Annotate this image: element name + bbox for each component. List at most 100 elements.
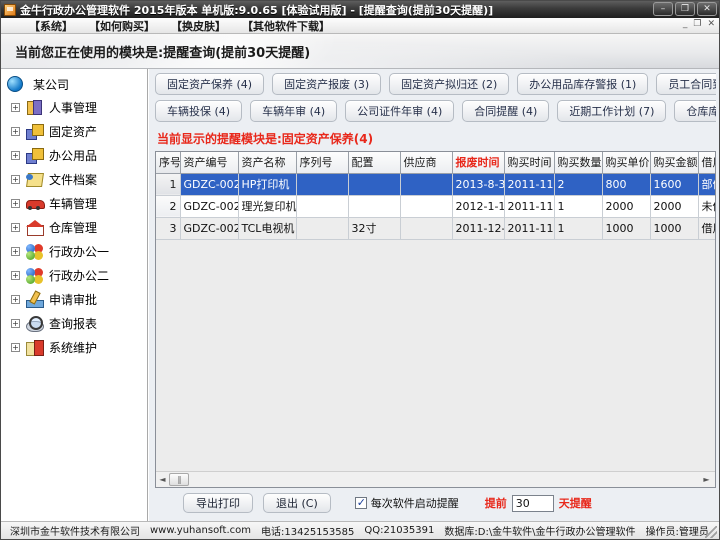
startup-remind-checkbox[interactable]: 每次软件启动提醒	[354, 495, 459, 511]
cell-config	[348, 195, 401, 218]
table-header-row: 序号 资产编号 资产名称 序列号 配置 供应商 报废时间 购买时间 购买数量 购…	[156, 152, 715, 174]
mdi-close-button[interactable]: ✕	[707, 19, 715, 29]
expander-icon[interactable]: +	[11, 318, 20, 328]
balls-icon	[26, 267, 44, 284]
table-row[interactable]: 2 GDZC-00277 理光复印机 2012-1-1 2011-11-23 1…	[156, 195, 715, 218]
sidebar-item-reports[interactable]: + 查询报表	[3, 311, 147, 335]
btn-vehicle-insurance[interactable]: 车辆投保 (4)	[155, 100, 243, 122]
status-bar: 深圳市金牛软件技术有限公司 www.yuhansoft.com 电话:13425…	[1, 521, 720, 539]
menu-item-skin[interactable]: 【换皮肤】	[171, 18, 226, 34]
menu-item-purchase[interactable]: 【如何购买】	[89, 18, 155, 34]
column-header-serial[interactable]: 序列号	[296, 152, 349, 174]
menu-bar: 【系统】 【如何购买】 【换皮肤】 【其他软件下载】 _ ❐ ✕	[1, 18, 719, 34]
sidebar-item-label: 固定资产	[49, 124, 98, 139]
btn-contract-reminder[interactable]: 合同提醒 (4)	[462, 100, 550, 122]
column-header-quantity[interactable]: 购买数量	[554, 152, 603, 174]
column-header-asset-no[interactable]: 资产编号	[180, 152, 239, 174]
expander-icon[interactable]: +	[11, 342, 20, 352]
status-website: www.yuhansoft.com	[150, 525, 251, 536]
expander-icon[interactable]: +	[11, 126, 20, 136]
cell-supplier	[400, 217, 453, 240]
expander-icon[interactable]: +	[11, 150, 20, 160]
column-header-buy-date[interactable]: 购买时间	[504, 152, 555, 174]
advance-days-group: 提前 30 天提醒	[485, 494, 592, 512]
grid-horizontal-scrollbar[interactable]: ◄ ‖ ►	[156, 471, 715, 487]
navigation-sidebar: 某公司 + 人事管理 + 固定资产 + 办公用品 + 文件档案 + 车辆管理 +…	[1, 69, 148, 521]
btn-vehicle-inspection[interactable]: 车辆年审 (4)	[250, 100, 338, 122]
expander-icon[interactable]: +	[11, 198, 20, 208]
menu-item-downloads[interactable]: 【其他软件下载】	[242, 18, 330, 34]
reminder-button-row-1: 固定资产保养 (4) 固定资产报废 (3) 固定资产拟归还 (2) 办公用品库存…	[155, 73, 716, 95]
status-database: 数据库:D:\金牛软件\金牛行政办公管理软件	[444, 527, 636, 538]
sidebar-item-hr[interactable]: + 人事管理	[3, 95, 147, 119]
column-header-config[interactable]: 配置	[348, 152, 401, 174]
tree-root-company[interactable]: 某公司	[3, 73, 147, 95]
sidebar-item-label: 行政办公二	[49, 268, 110, 283]
expander-icon[interactable]: +	[11, 174, 20, 184]
sidebar-item-vehicles[interactable]: + 车辆管理	[3, 191, 147, 215]
expander-icon[interactable]: +	[11, 294, 20, 304]
sidebar-item-fixed-assets[interactable]: + 固定资产	[3, 119, 147, 143]
cell-config	[348, 173, 401, 196]
scroll-left-arrow-icon[interactable]: ◄	[156, 473, 169, 487]
btn-asset-scrap[interactable]: 固定资产报废 (3)	[272, 73, 382, 95]
expander-icon[interactable]: +	[11, 246, 20, 256]
title-bar: 金牛行政办公管理软件 2015年版本 单机版:9.0.65 [体验试用版] - …	[1, 1, 719, 18]
expander-icon[interactable]: +	[11, 270, 20, 280]
cell-borrow-status: 未借用	[698, 195, 715, 218]
cell-amount: 1000	[650, 217, 699, 240]
resize-grip-icon[interactable]	[705, 526, 717, 538]
sidebar-item-warehouse[interactable]: + 仓库管理	[3, 215, 147, 239]
close-button[interactable]: ✕	[697, 2, 717, 16]
cell-asset-name: HP打印机	[238, 173, 297, 196]
scroll-thumb[interactable]: ‖	[169, 473, 189, 486]
advance-days-input[interactable]: 30	[511, 494, 554, 512]
export-print-button[interactable]: 导出打印	[183, 493, 253, 513]
sidebar-item-system-maintenance[interactable]: + 系统维护	[3, 335, 147, 359]
column-header-unit-price[interactable]: 购买单价	[602, 152, 651, 174]
content-area: 某公司 + 人事管理 + 固定资产 + 办公用品 + 文件档案 + 车辆管理 +…	[1, 69, 719, 521]
expander-icon[interactable]: +	[11, 222, 20, 232]
btn-warehouse-alert[interactable]: 仓库库存警报 (1)	[674, 100, 716, 122]
column-header-supplier[interactable]: 供应商	[400, 152, 453, 174]
scroll-right-arrow-icon[interactable]: ►	[700, 473, 713, 487]
grid-empty-area	[156, 239, 715, 471]
balls-icon	[26, 243, 44, 260]
people-icon	[26, 99, 44, 116]
btn-contract-expiry[interactable]: 员工合同到期 (3)	[656, 73, 716, 95]
tools-icon	[26, 339, 44, 356]
expander-icon[interactable]: +	[11, 102, 20, 112]
table-row[interactable]: 1 GDZC-00276 HP打印机 2013-8-3 2011-11-23 2…	[156, 173, 715, 196]
column-header-amount[interactable]: 购买金额	[650, 152, 699, 174]
sidebar-item-approvals[interactable]: + 申请审批	[3, 287, 147, 311]
mdi-minimize-button[interactable]: _	[683, 19, 688, 29]
cell-quantity: 2	[554, 173, 603, 196]
cell-amount: 2000	[650, 195, 699, 218]
btn-work-plan[interactable]: 近期工作计划 (7)	[557, 100, 667, 122]
mdi-restore-button[interactable]: ❐	[693, 19, 701, 29]
checkbox-icon[interactable]	[354, 496, 367, 509]
btn-asset-return[interactable]: 固定资产拟归还 (2)	[389, 73, 510, 95]
sidebar-item-label: 申请审批	[49, 292, 98, 307]
restore-button[interactable]: ❐	[675, 2, 695, 16]
btn-asset-maintenance[interactable]: 固定资产保养 (4)	[155, 73, 265, 95]
cell-asset-name: TCL电视机	[238, 217, 297, 240]
sidebar-item-documents[interactable]: + 文件档案	[3, 167, 147, 191]
sidebar-item-admin-office-2[interactable]: + 行政办公二	[3, 263, 147, 287]
column-header-index[interactable]: 序号	[156, 152, 181, 174]
cell-unit-price: 2000	[602, 195, 651, 218]
column-header-asset-name[interactable]: 资产名称	[238, 152, 297, 174]
column-header-scrap-date[interactable]: 报废时间	[452, 152, 505, 174]
btn-supply-stock-alert[interactable]: 办公用品库存警报 (1)	[517, 73, 649, 95]
sidebar-item-office-supplies[interactable]: + 办公用品	[3, 143, 147, 167]
menu-item-system[interactable]: 【系统】	[29, 18, 73, 34]
table-row[interactable]: 3 GDZC-00288 TCL电视机 32寸 2011-12-1 2011-1…	[156, 217, 715, 240]
column-header-borrow-status[interactable]: 借用状态	[698, 152, 715, 174]
minimize-button[interactable]: –	[653, 2, 673, 16]
exit-button[interactable]: 退出 (C)	[263, 493, 331, 513]
sidebar-item-admin-office-1[interactable]: + 行政办公一	[3, 239, 147, 263]
cell-buy-date: 2011-11-23	[504, 195, 555, 218]
main-panel: 固定资产保养 (4) 固定资产报废 (3) 固定资产拟归还 (2) 办公用品库存…	[148, 69, 719, 521]
window-controls: – ❐ ✕	[653, 2, 717, 16]
btn-company-cert-review[interactable]: 公司证件年审 (4)	[345, 100, 455, 122]
